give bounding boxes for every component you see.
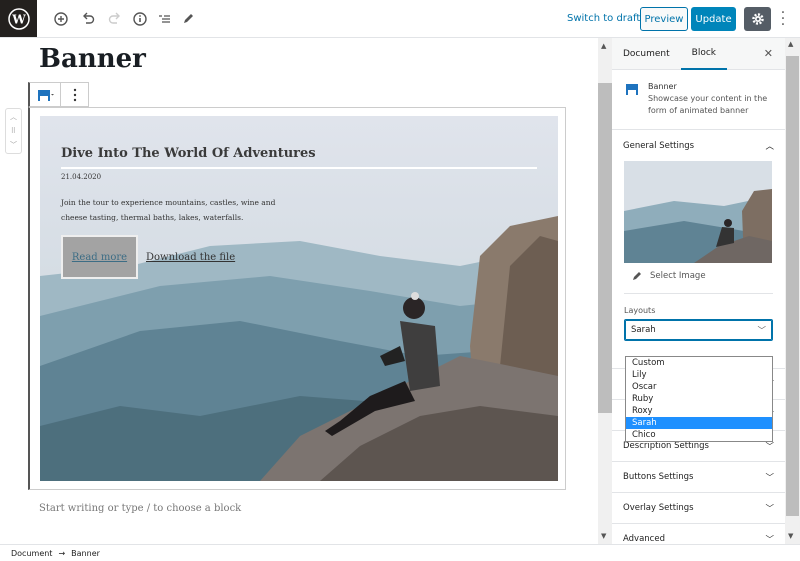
move-down-icon[interactable]: ﹀ (10, 140, 17, 150)
info-icon[interactable] (131, 10, 149, 28)
block-toolbar (28, 82, 89, 107)
block-description: Showcase your content in the form of ani… (648, 94, 768, 115)
redo-icon[interactable] (106, 10, 124, 28)
panel-title: Overlay Settings (623, 503, 694, 513)
breadcrumb-document[interactable]: Document (11, 549, 52, 558)
switch-to-draft-button[interactable]: Switch to draft (567, 13, 640, 24)
update-button[interactable]: Update (691, 7, 736, 31)
overlay-settings-panel[interactable]: Overlay Settings ﹀ (612, 493, 785, 524)
general-settings-toggle[interactable]: General Settings ︿ (612, 130, 785, 161)
editor-scrollbar[interactable]: ▲ ▼ (598, 38, 612, 544)
list-view-icon[interactable] (155, 10, 173, 28)
settings-sidebar: Document Block ✕ Banner Showcase your con… (612, 38, 785, 544)
banner-content: Dive Into The World Of Adventures 21.04.… (61, 146, 537, 279)
layout-option[interactable]: Chico (626, 429, 772, 441)
layout-option[interactable]: Custom (626, 357, 772, 369)
block-placeholder[interactable]: Start writing or type / to choose a bloc… (39, 503, 241, 514)
wordpress-logo[interactable]: W (0, 0, 37, 37)
buttons-settings-panel[interactable]: Buttons Settings ﹀ (612, 462, 785, 493)
layout-option[interactable]: Ruby (626, 393, 772, 405)
breadcrumb: Document → Banner (0, 544, 800, 561)
sidebar-scrollbar[interactable]: ▲ ▼ (785, 38, 800, 544)
layout-option[interactable]: Roxy (626, 405, 772, 417)
chevron-down-icon: ﹀ (765, 473, 774, 483)
block-type-switcher[interactable] (30, 83, 62, 106)
more-options-icon[interactable]: · · · (778, 6, 788, 32)
layouts-select[interactable]: Sarah ﹀ (624, 319, 773, 341)
edit-icon[interactable] (179, 10, 197, 28)
settings-gear-button[interactable] (744, 7, 771, 31)
panel-title: Buttons Settings (623, 472, 694, 482)
post-title[interactable]: Banner (39, 44, 146, 74)
banner-description[interactable]: Join the tour to experience mountains, c… (61, 195, 291, 225)
layout-option[interactable]: Lily (626, 369, 772, 381)
download-link[interactable]: Download the file (146, 252, 235, 263)
top-toolbar: W Switch to draft Preview Update · · · (0, 0, 800, 38)
undo-icon[interactable] (79, 10, 97, 28)
chevron-down-icon: ﹀ (765, 504, 774, 514)
breadcrumb-banner[interactable]: Banner (71, 549, 100, 558)
block-name: Banner (648, 82, 677, 91)
tab-block[interactable]: Block (680, 38, 727, 70)
banner-block-icon (38, 89, 55, 101)
close-icon[interactable]: ✕ (764, 38, 773, 69)
svg-text:W: W (11, 12, 26, 26)
tab-document[interactable]: Document (612, 38, 681, 70)
move-up-icon[interactable]: ︿ (10, 112, 17, 122)
select-image-label: Select Image (650, 271, 706, 281)
select-image-button[interactable]: Select Image (624, 263, 773, 294)
add-block-icon[interactable] (52, 10, 70, 28)
panel-title: General Settings (623, 140, 695, 151)
advanced-panel[interactable]: Advanced ﹀ (612, 524, 785, 544)
layouts-dropdown-list: Custom Lily Oscar Ruby Roxy Sarah Chico (625, 356, 773, 442)
block-more-options-icon[interactable] (61, 83, 88, 106)
banner-date[interactable]: 21.04.2020 (61, 173, 537, 181)
banner-block-icon (626, 84, 638, 95)
block-card: Banner Showcase your content in the form … (612, 70, 785, 130)
layout-option[interactable]: Oscar (626, 381, 772, 393)
block-mover[interactable]: ︿ ⠿ ﹀ (5, 108, 22, 154)
read-more-button[interactable]: Read more (61, 235, 138, 279)
chevron-down-icon: ﹀ (757, 326, 766, 336)
layouts-value: Sarah (631, 325, 656, 335)
layouts-label: Layouts (624, 306, 656, 315)
pencil-icon (633, 272, 641, 280)
panel-title: Advanced (623, 534, 665, 544)
panel-title: Description Settings (623, 441, 709, 451)
layout-option-selected[interactable]: Sarah (626, 417, 772, 429)
image-preview[interactable] (624, 161, 772, 263)
banner-heading[interactable]: Dive Into The World Of Adventures (61, 146, 537, 169)
drag-handle-icon[interactable]: ⠿ (11, 127, 16, 135)
breadcrumb-separator: → (58, 548, 66, 558)
gear-icon (751, 13, 764, 25)
banner-image: Dive Into The World Of Adventures 21.04.… (40, 116, 558, 481)
chevron-down-icon: ﹀ (765, 535, 774, 544)
chevron-up-icon: ︿ (765, 141, 774, 152)
preview-button[interactable]: Preview (640, 7, 688, 31)
banner-block[interactable]: Dive Into The World Of Adventures 21.04.… (28, 107, 566, 490)
